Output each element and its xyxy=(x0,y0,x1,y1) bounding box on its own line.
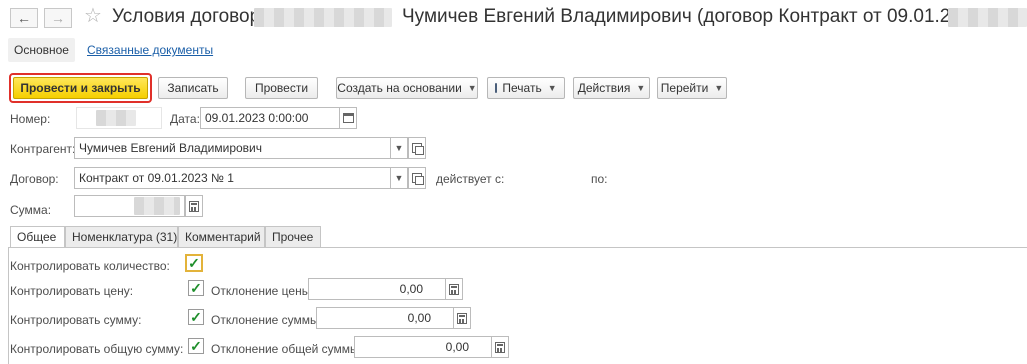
tab-general[interactable]: Общее xyxy=(10,226,65,249)
page-title: Условия договора xyxy=(112,6,271,28)
go-to-label: Перейти xyxy=(660,81,709,95)
control-total-checkbox[interactable]: ✓ xyxy=(188,338,204,354)
redacted-block xyxy=(254,8,392,27)
sum-deviation-field[interactable]: 0,00 xyxy=(316,307,454,329)
back-button[interactable]: ← xyxy=(10,8,38,28)
number-label: Номер: xyxy=(10,112,51,126)
counterparty-open-button[interactable] xyxy=(408,137,426,159)
counterparty-label: Контрагент: xyxy=(10,142,76,156)
sum-deviation-label: Отклонение суммы: xyxy=(211,313,322,327)
calculator-icon xyxy=(449,283,459,295)
price-deviation-field[interactable]: 0,00 xyxy=(308,278,446,300)
calendar-button[interactable] xyxy=(339,107,357,129)
redacted-block xyxy=(134,197,180,215)
title-main: Чумичев Евгений Владимирович (договор Ко… xyxy=(402,6,1027,27)
contract-dropdown[interactable]: ▼ xyxy=(390,167,408,189)
valid-from-label: действует с: xyxy=(436,172,505,186)
control-total-label: Контролировать общую сумму: xyxy=(10,342,184,356)
total-deviation-field[interactable]: 0,00 xyxy=(354,336,492,358)
chevron-down-icon: ▼ xyxy=(467,83,477,93)
price-deviation-label: Отклонение цены: xyxy=(211,284,314,298)
date-field[interactable]: 09.01.2023 0:00:00 xyxy=(200,107,340,129)
valid-to-label: по: xyxy=(591,172,608,186)
control-sum-checkbox[interactable]: ✓ xyxy=(188,309,204,325)
post-and-close-button[interactable]: Провести и закрыть xyxy=(9,73,152,103)
control-price-label: Контролировать цену: xyxy=(10,284,134,298)
checkmark-icon: ✓ xyxy=(188,255,200,271)
control-price-checkbox[interactable]: ✓ xyxy=(188,280,204,296)
checkmark-icon: ✓ xyxy=(190,338,202,354)
tab-comment[interactable]: Комментарий xyxy=(178,226,265,248)
price-deviation-calculator-button[interactable] xyxy=(445,278,463,300)
contract-field[interactable]: Контракт от 09.01.2023 № 1 xyxy=(74,167,391,189)
total-deviation-label: Отклонение общей суммы: xyxy=(211,342,362,356)
control-qty-checkbox[interactable]: ✓ xyxy=(185,254,203,272)
checkmark-icon: ✓ xyxy=(190,309,202,325)
calendar-icon xyxy=(342,113,354,123)
contract-label: Договор: xyxy=(10,172,59,186)
post-and-close-label: Провести и закрыть xyxy=(13,77,148,99)
redacted-block xyxy=(96,110,136,126)
go-to-button[interactable]: Перейти ▼ xyxy=(657,77,727,99)
forward-button[interactable]: → xyxy=(44,8,72,28)
open-icon xyxy=(412,143,424,155)
post-button[interactable]: Провести xyxy=(245,77,318,99)
page-title-main: Чумичев Евгений Владимирович (договор Ко… xyxy=(402,6,1027,28)
title-prefix: Условия договора xyxy=(112,6,271,27)
print-label: Печать xyxy=(502,81,542,95)
arrow-left-icon: ← xyxy=(17,10,31,26)
amount-label: Сумма: xyxy=(10,203,52,217)
create-based-on-button[interactable]: Создать на основании ▼ xyxy=(336,77,478,99)
total-deviation-calculator-button[interactable] xyxy=(491,336,509,358)
checkmark-icon: ✓ xyxy=(190,280,202,296)
section-main[interactable]: Основное xyxy=(8,38,75,62)
contract-open-button[interactable] xyxy=(408,167,426,189)
actions-label: Действия xyxy=(577,81,631,95)
date-label: Дата: xyxy=(170,112,200,126)
save-button[interactable]: Записать xyxy=(158,77,228,99)
redacted-block xyxy=(948,8,1027,27)
actions-button[interactable]: Действия ▼ xyxy=(573,77,650,99)
chevron-down-icon: ▼ xyxy=(394,143,404,153)
control-qty-label: Контролировать количество: xyxy=(10,259,170,273)
control-sum-label: Контролировать сумму: xyxy=(10,313,142,327)
calculator-icon xyxy=(495,341,505,353)
create-based-on-label: Создать на основании xyxy=(337,81,462,95)
counterparty-dropdown[interactable]: ▼ xyxy=(390,137,408,159)
chevron-down-icon: ▼ xyxy=(547,83,557,93)
section-related-documents[interactable]: Связанные документы xyxy=(87,38,213,62)
counterparty-field[interactable]: Чумичев Евгений Владимирович xyxy=(74,137,391,159)
chevron-down-icon: ▼ xyxy=(394,173,404,183)
star-icon[interactable]: ☆ xyxy=(84,4,102,28)
print-button[interactable]: Печать ▼ xyxy=(487,77,565,99)
printer-icon xyxy=(495,83,498,93)
chevron-down-icon: ▼ xyxy=(636,83,646,93)
sum-deviation-calculator-button[interactable] xyxy=(453,307,471,329)
arrow-right-icon: → xyxy=(51,10,65,26)
calculator-icon xyxy=(457,312,467,324)
open-icon xyxy=(412,173,424,185)
chevron-down-icon: ▼ xyxy=(714,83,724,93)
tab-nomenclature[interactable]: Номенклатура (31) xyxy=(65,226,178,248)
tab-other[interactable]: Прочее xyxy=(265,226,321,248)
calculator-icon xyxy=(189,200,199,212)
amount-calculator-button[interactable] xyxy=(185,195,203,217)
